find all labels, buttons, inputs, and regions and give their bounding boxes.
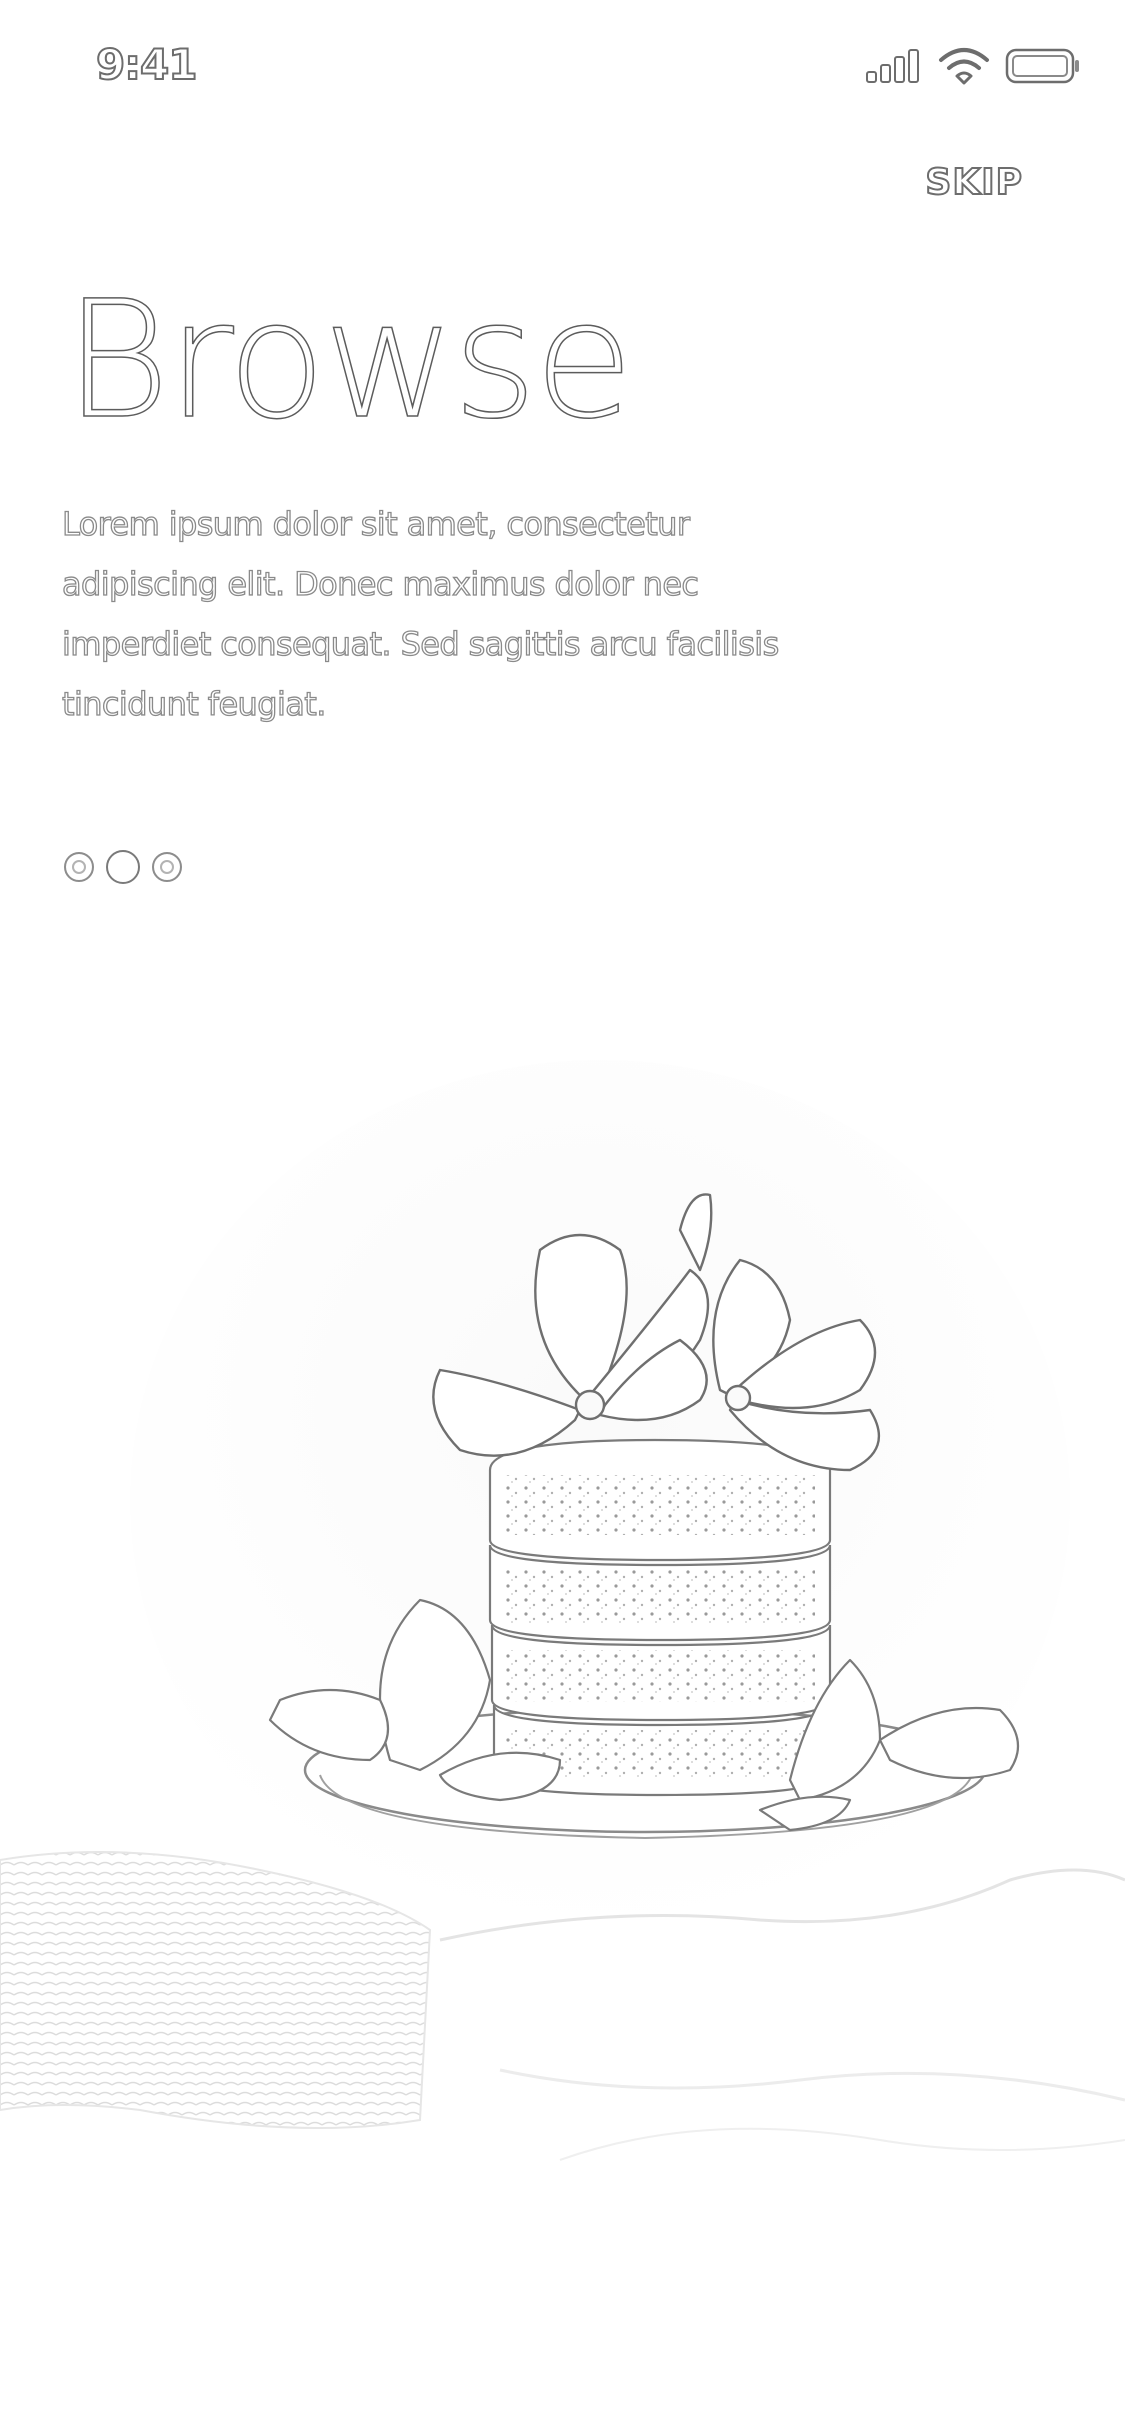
wifi-icon [939,48,989,85]
onboarding-description: Lorem ipsum dolor sit amet, consectetur … [61,504,780,723]
status-bar: 9:41 [0,0,1125,132]
page-indicator[interactable] [64,850,182,884]
page-dot-1[interactable] [64,852,94,882]
status-icons [865,44,1081,88]
signal-icon [866,49,919,83]
onboarding-title: Browse [63,267,634,455]
hero-cake-illustration [0,1060,1125,2161]
page-dot-3[interactable] [152,852,182,882]
battery-icon [1005,48,1079,84]
page-dot-2-active[interactable] [106,850,140,884]
skip-button[interactable]: SKIP [924,161,1023,204]
status-time: 9:41 [95,39,198,90]
